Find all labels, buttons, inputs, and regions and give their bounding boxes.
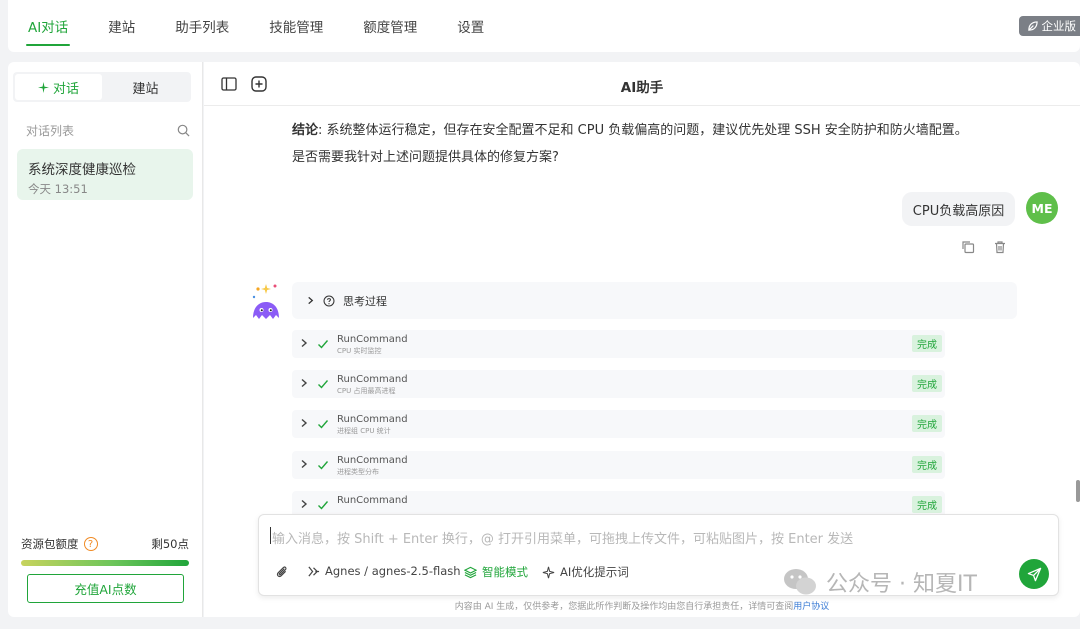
text-caret [270, 527, 271, 544]
status-badge: 完成 [912, 415, 942, 432]
quota-label: 资源包额度 [21, 537, 79, 551]
watermark-text: 公众号 · 知夏IT [826, 572, 977, 597]
top-navigation: AI对话 建站 助手列表 技能管理 额度管理 设置 企业版 [8, 0, 1080, 52]
chat-panel: AI助手 结论: 系统整体运行稳定，但存在安全配置不足和 CPU 负载偏高的问题… [204, 62, 1080, 617]
tool-description: 进程组 CPU 统计 [337, 427, 391, 435]
search-icon[interactable] [177, 124, 190, 137]
conversation-time: 今天 13:51 [28, 182, 88, 196]
enterprise-badge[interactable]: 企业版 [1018, 16, 1080, 36]
check-icon [318, 420, 329, 429]
ai-disclaimer: 内容由 AI 生成，仅供参考，您据此所作判断及操作均由您自行承担责任，详情可查阅… [204, 599, 1080, 612]
status-badge: 完成 [912, 375, 942, 392]
smart-mode-label: 智能模式 [482, 565, 528, 579]
conversation-list-header: 对话列表 [26, 122, 190, 139]
message-input[interactable]: 输入消息，按 Shift + Enter 换行，@ 打开引用菜单，可拖拽上传文件… [272, 528, 853, 547]
conclusion-label: 结论 [292, 123, 319, 138]
user-avatar: ME [1026, 192, 1058, 224]
tool-description: CPU 实时监控 [337, 347, 382, 355]
chat-header: AI助手 [204, 62, 1080, 106]
tool-description: 进程类型分布 [337, 468, 379, 476]
layers-icon [464, 566, 477, 578]
tool-name: RunCommand [337, 374, 408, 385]
check-icon [318, 340, 329, 349]
recharge-button[interactable]: 充值AI点数 [27, 574, 184, 603]
model-name: Agnes / agnes-2.5-flash [325, 564, 461, 578]
delete-icon[interactable] [993, 240, 1007, 254]
user-agreement-link[interactable]: 用户协议 [793, 602, 829, 612]
tool-call-row[interactable]: RunCommand 进程类型分布 完成 [292, 451, 945, 479]
sidebar: 对话 建站 对话列表 系统深度健康巡检 今天 13:51 资源包额度 ? 剩50… [8, 62, 203, 617]
smart-mode-toggle[interactable]: 智能模式 [464, 564, 528, 580]
help-icon[interactable]: ? [83, 537, 98, 551]
disclaimer-text: 内容由 AI 生成，仅供参考，您据此所作判断及操作均由您自行承担责任，详情可查阅 [454, 602, 794, 612]
chevron-right-icon [308, 296, 314, 305]
conversation-list-title: 对话列表 [26, 124, 75, 138]
mode-switch: 对话 建站 [13, 72, 191, 102]
model-selector[interactable]: Agnes / agnes-2.5-flash [307, 564, 461, 578]
check-icon [318, 461, 329, 470]
tool-call-row[interactable]: RunCommand CPU 实时监控 完成 [292, 330, 945, 358]
conversation-title: 系统深度健康巡检 [28, 162, 136, 178]
user-message-bubble: CPU负载高原因 [902, 192, 1015, 226]
tab-site-build[interactable]: 建站 [88, 0, 155, 52]
chevron-right-icon [301, 378, 308, 388]
optimize-prompt-label: AI优化提示词 [560, 565, 629, 579]
tool-name: RunCommand [337, 334, 408, 345]
segment-chat[interactable]: 对话 [15, 74, 102, 100]
quota-bar [21, 560, 189, 566]
quota-remaining: 剩50点 [151, 537, 189, 551]
sparkle-icon [37, 81, 49, 93]
quota-panel: 资源包额度 ? 剩50点 [21, 536, 189, 566]
tab-quota-management[interactable]: 额度管理 [343, 0, 437, 52]
segment-site[interactable]: 建站 [102, 74, 189, 100]
tab-settings[interactable]: 设置 [437, 0, 504, 52]
conversation-item[interactable]: 系统深度健康巡检 今天 13:51 [17, 149, 193, 200]
tool-call-row[interactable]: RunCommand CPU 占用最高进程 完成 [292, 370, 945, 398]
sparkle-icon [542, 566, 555, 578]
tool-description: CPU 占用最高进程 [337, 387, 396, 395]
status-badge: 完成 [912, 335, 942, 352]
quota-bar-fill [21, 560, 189, 566]
chat-title: AI助手 [620, 80, 664, 96]
assistant-followup: 是否需要我针对上述问题提供具体的修复方案? [292, 150, 559, 165]
tool-name: RunCommand [337, 414, 408, 425]
tab-skill-management[interactable]: 技能管理 [249, 0, 343, 52]
copy-icon[interactable] [961, 240, 975, 254]
tool-name: RunCommand [337, 455, 408, 466]
send-icon [1027, 567, 1041, 581]
wechat-icon [784, 569, 816, 595]
send-button[interactable] [1019, 559, 1049, 589]
chevron-right-icon [301, 499, 308, 509]
optimize-prompt-button[interactable]: AI优化提示词 [542, 564, 629, 580]
chevron-right-icon [301, 418, 308, 428]
conclusion-body: : 系统整体运行稳定，但存在安全配置不足和 CPU 负载偏高的问题，建议优先处理… [318, 123, 968, 138]
status-badge: 完成 [912, 496, 942, 513]
leaf-icon [1027, 20, 1038, 31]
tool-name: RunCommand [337, 495, 408, 506]
attach-button[interactable] [274, 564, 289, 579]
segment-chat-label: 对话 [52, 81, 79, 97]
assistant-conclusion: 结论: 系统整体运行稳定，但存在安全配置不足和 CPU 负载偏高的问题，建议优先… [292, 119, 968, 138]
help-circle-icon [323, 295, 335, 306]
watermark: 公众号 · 知夏IT [782, 566, 977, 598]
tab-ai-chat[interactable]: AI对话 [8, 0, 88, 52]
check-icon [318, 501, 329, 510]
thinking-process-toggle[interactable]: 思考过程 [292, 282, 1017, 319]
status-badge: 完成 [912, 456, 942, 473]
check-icon [318, 380, 329, 389]
paperclip-icon [276, 566, 287, 578]
chevron-right-icon [301, 459, 308, 469]
assistant-avatar-icon [252, 284, 279, 319]
thinking-label: 思考过程 [343, 294, 387, 308]
edge-handle[interactable] [1076, 480, 1080, 502]
tab-assistant-list[interactable]: 助手列表 [155, 0, 249, 52]
enterprise-badge-label: 企业版 [1041, 19, 1077, 33]
agent-icon [308, 565, 320, 577]
chevron-right-icon [301, 338, 308, 348]
tool-call-row[interactable]: RunCommand 进程组 CPU 统计 完成 [292, 410, 945, 438]
